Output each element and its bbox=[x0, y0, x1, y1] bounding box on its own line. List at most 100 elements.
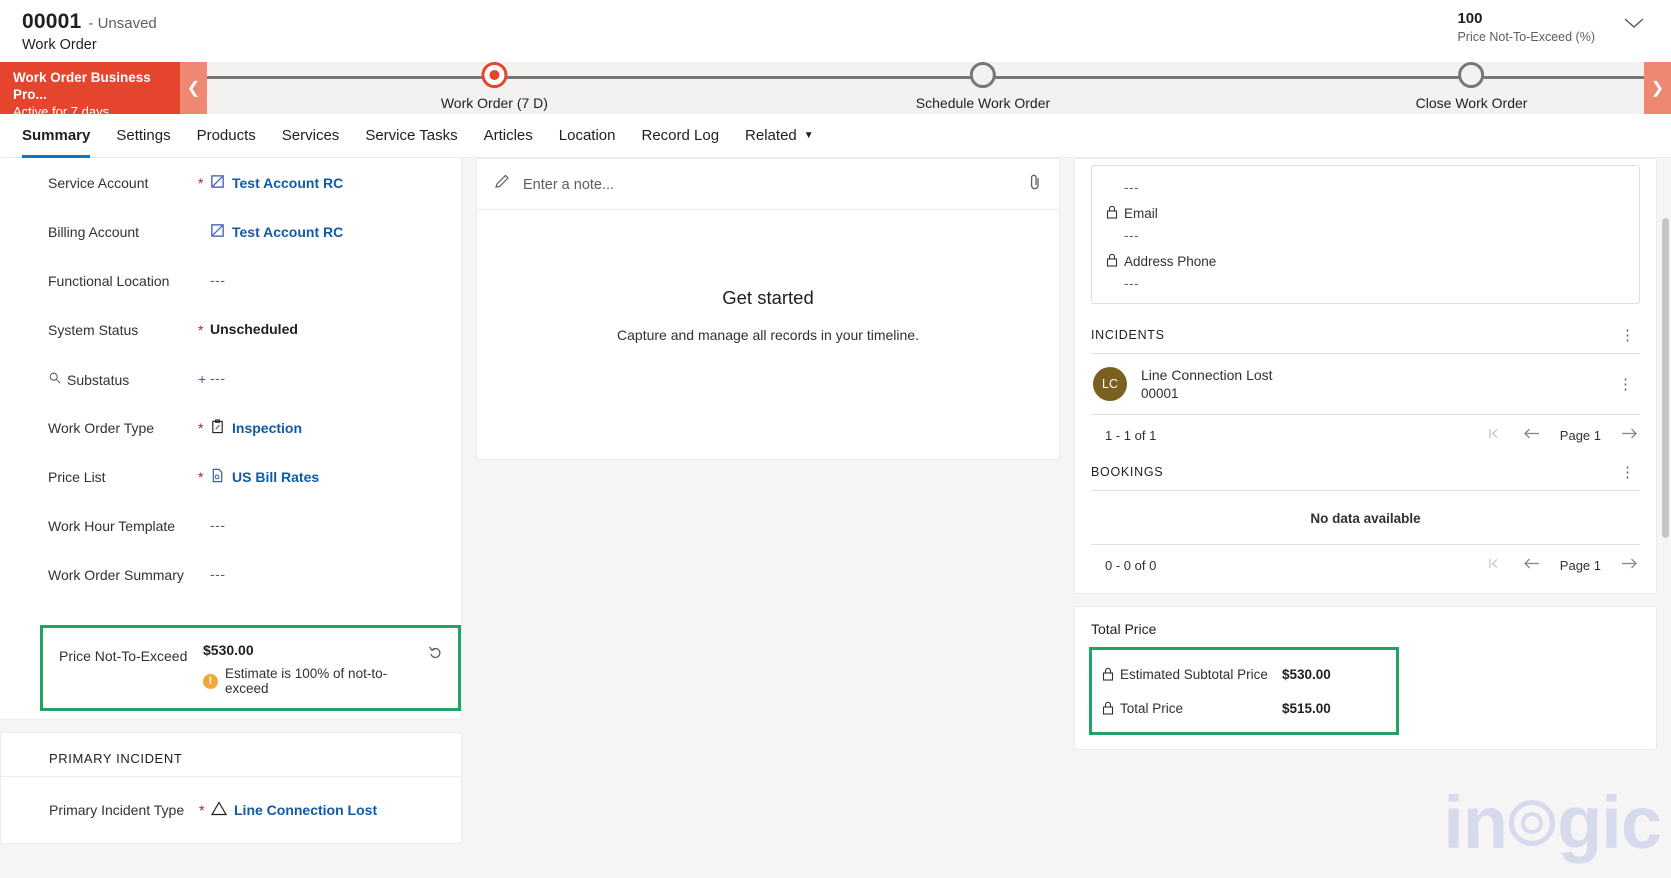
field-system-status[interactable]: System Status * Unscheduled bbox=[0, 319, 461, 368]
field-primary-incident-type[interactable]: Primary Incident Type * Line Connection … bbox=[1, 785, 461, 843]
arrow-right-icon[interactable] bbox=[1621, 557, 1638, 573]
tab-settings[interactable]: Settings bbox=[116, 114, 170, 158]
field-work-order-summary[interactable]: Work Order Summary --- bbox=[0, 564, 461, 613]
pencil-icon bbox=[493, 173, 511, 196]
scrollbar-thumb[interactable] bbox=[1662, 218, 1669, 538]
form-tab-bar: Summary Settings Products Services Servi… bbox=[0, 114, 1671, 158]
more-vertical-icon[interactable]: ⋮ bbox=[1614, 375, 1638, 393]
bpf-stage-work-order[interactable]: Work Order (7 D) bbox=[441, 62, 548, 111]
lookup-link-price-list[interactable]: US Bill Rates bbox=[210, 468, 319, 486]
required-marker bbox=[198, 270, 210, 273]
bpf-stage-schedule-work-order[interactable]: Schedule Work Order bbox=[916, 62, 1050, 111]
field-price-not-to-exceed[interactable]: Price Not-To-Exceed $530.00 ! Estimate i… bbox=[43, 628, 458, 708]
field-value: --- bbox=[210, 272, 226, 288]
warning-text: Estimate is 100% of not-to-exceed bbox=[225, 666, 388, 696]
required-marker: * bbox=[198, 420, 204, 436]
account-icon bbox=[210, 174, 225, 192]
chevron-left-icon[interactable]: ❮ bbox=[180, 62, 207, 114]
tab-service-tasks[interactable]: Service Tasks bbox=[365, 114, 457, 158]
lookup-link-work-order-type[interactable]: Inspection bbox=[210, 419, 302, 437]
chevron-down-icon[interactable] bbox=[1623, 16, 1645, 35]
lookup-link-billing-account[interactable]: Test Account RC bbox=[210, 223, 343, 241]
more-vertical-icon[interactable]: ⋮ bbox=[1616, 463, 1640, 481]
bpf-stage-banner[interactable]: Work Order Business Pro... Active for 7 … bbox=[0, 62, 180, 119]
tab-label: Settings bbox=[116, 127, 171, 144]
info-warning-icon: ! bbox=[203, 673, 218, 689]
page-first-icon[interactable] bbox=[1488, 557, 1503, 573]
page-first-icon[interactable] bbox=[1488, 427, 1503, 443]
field-label: Work Order Type bbox=[48, 420, 155, 436]
tab-related[interactable]: Related ▼ bbox=[745, 114, 814, 158]
field-label: Primary Incident Type bbox=[49, 802, 185, 818]
lookup-link-service-account[interactable]: Test Account RC bbox=[210, 174, 343, 192]
incidents-section-header: INCIDENTS ⋮ bbox=[1091, 318, 1640, 353]
field-price-list[interactable]: Price List * US Bill Rates bbox=[0, 466, 461, 515]
work-order-form-page: 00001 - Unsaved Work Order 100 Price Not… bbox=[0, 0, 1671, 878]
page-label: Page 1 bbox=[1559, 557, 1601, 573]
undo-icon[interactable] bbox=[428, 642, 444, 665]
field-value: Test Account RC bbox=[232, 175, 344, 191]
tab-location[interactable]: Location bbox=[559, 114, 616, 158]
field-substatus[interactable]: Substatus + --- bbox=[0, 368, 461, 417]
field-value: Line Connection Lost bbox=[234, 802, 378, 818]
list-item[interactable]: LC Line Connection Lost 00001 ⋮ bbox=[1091, 354, 1640, 414]
field-value: --- bbox=[210, 517, 226, 533]
tab-summary[interactable]: Summary bbox=[22, 114, 91, 158]
field-value: --- bbox=[210, 566, 226, 582]
total-price-card: Total Price Estimated Subtotal Price $53… bbox=[1074, 606, 1657, 750]
header-right-group: 100 Price Not-To-Exceed (%) bbox=[1457, 10, 1645, 44]
contact-value-address-phone: --- bbox=[1124, 276, 1139, 291]
unsaved-indicator: - Unsaved bbox=[88, 15, 157, 32]
primary-incident-section-title: PRIMARY INCIDENT bbox=[1, 733, 461, 777]
tab-label: Products bbox=[196, 127, 256, 144]
field-service-account[interactable]: Service Account * Test Account RC bbox=[0, 172, 461, 221]
note-composer[interactable]: Enter a note... bbox=[477, 159, 1059, 210]
arrow-left-icon[interactable] bbox=[1523, 427, 1540, 443]
lookup-link-primary-incident-type[interactable]: Line Connection Lost bbox=[210, 801, 378, 819]
price-not-to-exceed-highlight: Price Not-To-Exceed $530.00 ! Estimate i… bbox=[40, 625, 461, 711]
field-work-hour-template[interactable]: Work Hour Template --- bbox=[0, 515, 461, 564]
chevron-down-icon: ▼ bbox=[803, 130, 814, 141]
arrow-left-icon[interactable] bbox=[1523, 557, 1540, 573]
field-label: Price List bbox=[48, 469, 106, 485]
tab-articles[interactable]: Articles bbox=[484, 114, 533, 158]
tab-products[interactable]: Products bbox=[197, 114, 256, 158]
bookings-empty-text: No data available bbox=[1310, 511, 1421, 526]
paperclip-icon[interactable] bbox=[1027, 173, 1043, 196]
bpf-stage-close-work-order[interactable]: Close Work Order bbox=[1415, 62, 1528, 111]
incident-number: 00001 bbox=[1141, 386, 1179, 401]
header-price-not-to-exceed-pct: 100 Price Not-To-Exceed (%) bbox=[1457, 10, 1595, 44]
field-value: Unscheduled bbox=[210, 321, 298, 337]
field-functional-location[interactable]: Functional Location --- bbox=[0, 270, 461, 319]
search-lookup-icon bbox=[48, 371, 62, 388]
contact-details-subcard: --- Email --- Address Phone --- bbox=[1091, 165, 1640, 304]
lock-icon bbox=[1106, 205, 1118, 222]
total-price-highlight: Estimated Subtotal Price $530.00 Total P… bbox=[1089, 647, 1399, 735]
bpf-stage-label: Close Work Order bbox=[1415, 95, 1528, 111]
bpf-stage-dot bbox=[969, 62, 996, 88]
field-label: Price Not-To-Exceed bbox=[59, 648, 188, 664]
contact-label-email: Email bbox=[1106, 205, 1625, 222]
note-input-placeholder[interactable]: Enter a note... bbox=[523, 177, 1015, 193]
tab-services[interactable]: Services bbox=[282, 114, 340, 158]
page-label: Page 1 bbox=[1559, 427, 1601, 443]
section-title: INCIDENTS bbox=[1091, 328, 1165, 342]
arrow-right-icon[interactable] bbox=[1621, 427, 1638, 443]
field-billing-account[interactable]: Billing Account Test Account RC bbox=[0, 221, 461, 270]
tab-record-log[interactable]: Record Log bbox=[641, 114, 719, 158]
tab-label: Record Log bbox=[641, 127, 720, 144]
field-label: Substatus bbox=[67, 371, 130, 388]
field-work-order-type[interactable]: Work Order Type * Inspection bbox=[0, 417, 461, 466]
field-value: Inspection bbox=[232, 420, 303, 436]
chevron-right-icon[interactable]: ❯ bbox=[1644, 62, 1671, 114]
field-label: Email bbox=[1124, 206, 1158, 221]
form-body: Service Account * Test Account RC Billin… bbox=[0, 158, 1671, 878]
inogic-watermark: in gic bbox=[1443, 786, 1662, 860]
more-vertical-icon[interactable]: ⋮ bbox=[1616, 326, 1640, 344]
header-field-label: Price Not-To-Exceed (%) bbox=[1457, 30, 1595, 44]
bpf-process-name: Work Order Business Pro... bbox=[13, 70, 151, 102]
pricelist-icon bbox=[210, 468, 225, 486]
scrollbar-vertical[interactable] bbox=[1660, 158, 1671, 878]
field-label: Functional Location bbox=[48, 273, 170, 289]
incidents-pager: 1 - 1 of 1 Page 1 bbox=[1091, 415, 1640, 455]
